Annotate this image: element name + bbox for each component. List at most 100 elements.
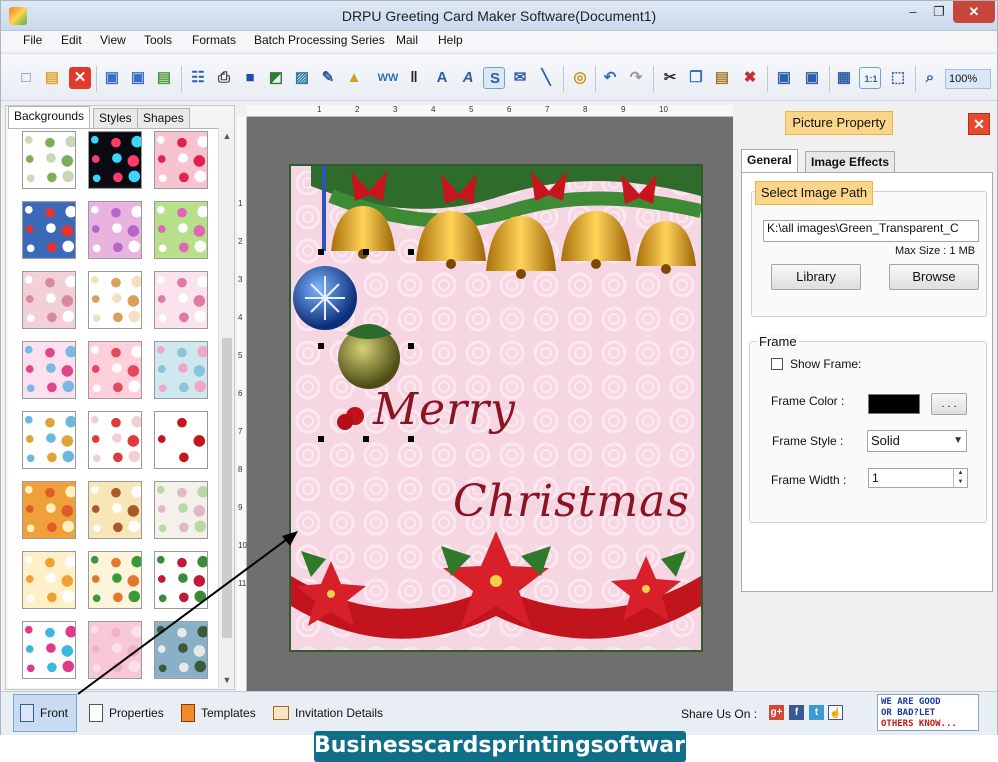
background-thumbnail[interactable] (88, 271, 142, 329)
scroll-down-icon[interactable]: ▼ (219, 672, 235, 688)
selection-handle[interactable] (408, 249, 414, 255)
tab-styles[interactable]: Styles (93, 108, 138, 128)
thumbnail-scrollbar[interactable]: ▲ ▼ (218, 128, 234, 688)
menu-file[interactable]: File (23, 33, 42, 47)
selection-handle[interactable] (408, 436, 414, 442)
tab-front[interactable]: Front (13, 694, 77, 732)
cut-icon[interactable]: ✂ (659, 67, 681, 89)
print-icon[interactable]: ⎙ (213, 67, 235, 89)
maximize-button[interactable]: ❐ (925, 1, 953, 23)
background-thumbnail[interactable] (88, 201, 142, 259)
stepper-down-icon[interactable]: ▼ (953, 478, 967, 487)
delete-icon[interactable]: ✖ (739, 67, 761, 89)
text-icon[interactable]: A (431, 67, 453, 89)
signature-icon[interactable]: S (483, 67, 505, 89)
tab-image-effects[interactable]: Image Effects (805, 151, 896, 173)
selection-handle[interactable] (318, 249, 324, 255)
bring-front-icon[interactable]: ▣ (773, 67, 795, 89)
database-icon[interactable]: ◎ (569, 67, 591, 89)
background-thumbnail[interactable] (154, 341, 208, 399)
background-thumbnail[interactable] (22, 131, 76, 189)
background-thumbnail[interactable] (22, 621, 76, 679)
background-thumbnail[interactable] (88, 551, 142, 609)
frame-color-swatch[interactable] (868, 394, 920, 414)
background-thumbnail[interactable] (154, 201, 208, 259)
menu-tools[interactable]: Tools (144, 33, 172, 47)
background-thumbnail[interactable] (88, 481, 142, 539)
scroll-up-icon[interactable]: ▲ (219, 128, 235, 144)
tab-invitation-details[interactable]: Invitation Details (267, 694, 389, 732)
send-back-icon[interactable]: ▣ (801, 67, 823, 89)
background-thumbnail[interactable] (88, 341, 142, 399)
word-art-icon[interactable]: A (457, 67, 479, 89)
tab-backgrounds[interactable]: Backgrounds (8, 106, 91, 128)
background-thumbnail[interactable] (154, 551, 208, 609)
frame-width-stepper[interactable]: 1 ▲ ▼ (868, 468, 968, 488)
frame-color-picker-button[interactable]: . . . (931, 393, 967, 415)
crop-icon[interactable]: ◩ (265, 67, 287, 89)
selection-handle[interactable] (408, 343, 414, 349)
fit-window-icon[interactable]: ⬚ (887, 67, 909, 89)
tab-shapes[interactable]: Shapes (137, 108, 190, 128)
stepper-up-icon[interactable]: ▲ (953, 469, 967, 478)
browse-button[interactable]: Browse (889, 264, 979, 290)
grid-icon[interactable]: ▦ (833, 67, 855, 89)
save-as-icon[interactable]: ▣ (127, 67, 149, 89)
close-document-icon[interactable]: ✕ (69, 67, 91, 89)
actual-size-icon[interactable]: 1:1 (859, 67, 881, 89)
selection-handle[interactable] (363, 436, 369, 442)
google-plus-icon[interactable]: g+ (769, 705, 784, 720)
tab-templates[interactable]: Templates (175, 694, 262, 732)
zoom-icon[interactable]: ⌕ (919, 67, 941, 89)
background-thumbnail[interactable] (22, 271, 76, 329)
background-thumbnail[interactable] (88, 131, 142, 189)
menu-view[interactable]: View (100, 33, 126, 47)
print-preview-icon[interactable]: ☷ (187, 67, 209, 89)
card-text-merry[interactable]: Merry (373, 384, 516, 435)
redo-icon[interactable]: ↷ (625, 67, 647, 89)
menu-formats[interactable]: Formats (192, 33, 236, 47)
open-folder-icon[interactable]: ▤ (41, 67, 63, 89)
layers-icon[interactable]: ■ (239, 67, 261, 89)
save-icon[interactable]: ▣ (101, 67, 123, 89)
feedback-button[interactable]: WE ARE GOOD OR BAD?LET OTHERS KNOW... (877, 694, 979, 731)
export-icon[interactable]: ▤ (153, 67, 175, 89)
greeting-card[interactable]: Merry Christmas (289, 164, 703, 652)
new-document-icon[interactable]: □ (15, 67, 37, 89)
design-canvas[interactable]: Merry Christmas (247, 117, 733, 691)
shapes-icon[interactable]: ▲ (343, 67, 365, 89)
pencil-icon[interactable]: ✎ (317, 67, 339, 89)
tab-general[interactable]: General (741, 149, 798, 173)
twitter-icon[interactable]: t (809, 705, 824, 720)
background-thumbnail[interactable] (154, 411, 208, 469)
selection-handle[interactable] (363, 249, 369, 255)
facebook-icon[interactable]: f (789, 705, 804, 720)
image-path-input[interactable]: K:\all images\Green_Transparent_C (763, 220, 979, 242)
selection-handle[interactable] (318, 343, 324, 349)
paste-icon[interactable]: ▤ (711, 67, 733, 89)
background-thumbnail[interactable] (88, 621, 142, 679)
like-icon[interactable]: ☝ (828, 705, 843, 720)
line-icon[interactable]: ╲ (535, 67, 557, 89)
selection-handle[interactable] (318, 436, 324, 442)
tab-properties[interactable]: Properties (83, 694, 170, 732)
frame-style-select[interactable]: Solid ▼ (867, 430, 967, 452)
menu-batch-processing[interactable]: Batch Processing Series (254, 33, 385, 47)
barcode-icon[interactable]: ‖ (403, 67, 425, 89)
background-thumbnail[interactable] (154, 481, 208, 539)
show-frame-checkbox[interactable] (771, 358, 783, 370)
menu-edit[interactable]: Edit (61, 33, 82, 47)
card-text-christmas[interactable]: Christmas (453, 476, 690, 527)
background-thumbnail[interactable] (154, 131, 208, 189)
mail-icon[interactable]: ✉ (509, 67, 531, 89)
menu-help[interactable]: Help (438, 33, 463, 47)
minimize-button[interactable]: – (899, 1, 927, 23)
watermark-icon[interactable]: WW (377, 67, 399, 89)
copy-icon[interactable]: ❐ (685, 67, 707, 89)
background-thumbnail[interactable] (22, 481, 76, 539)
background-thumbnail[interactable] (22, 551, 76, 609)
menu-mail[interactable]: Mail (396, 33, 418, 47)
background-thumbnail[interactable] (22, 201, 76, 259)
background-thumbnail[interactable] (88, 411, 142, 469)
close-window-button[interactable]: ✕ (953, 1, 995, 23)
